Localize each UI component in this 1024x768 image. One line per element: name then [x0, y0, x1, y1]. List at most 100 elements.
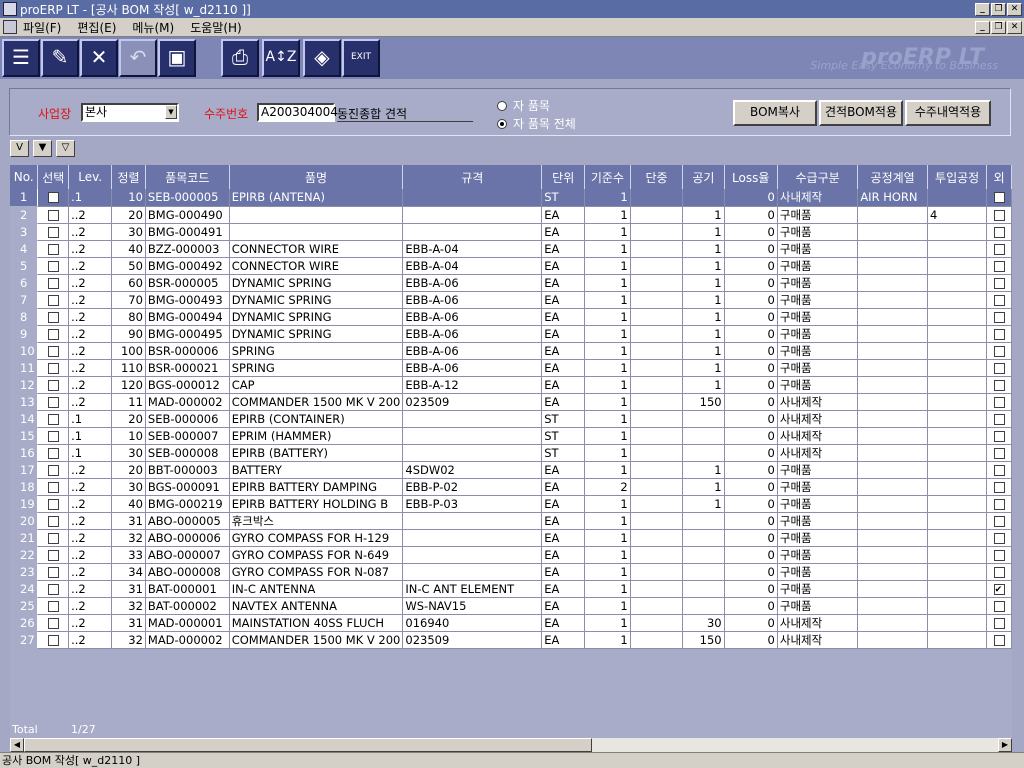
- select-checkbox[interactable]: [47, 583, 59, 595]
- external-checkbox[interactable]: [993, 260, 1005, 272]
- bom-copy-button[interactable]: BOM복사: [733, 100, 817, 126]
- cell-sel[interactable]: [37, 512, 70, 530]
- external-checkbox[interactable]: [993, 532, 1005, 544]
- cell-ext[interactable]: [986, 444, 1012, 462]
- select-checkbox[interactable]: [47, 294, 59, 306]
- order-detail-apply-button[interactable]: 수주내역적용: [905, 100, 991, 126]
- external-checkbox[interactable]: [993, 243, 1005, 255]
- cell-ext[interactable]: [986, 342, 1012, 360]
- cell-sel[interactable]: [37, 189, 70, 207]
- save-icon[interactable]: ▣: [158, 39, 196, 77]
- table-row[interactable]: 25 ..2 32 BAT-000002 NAVTEX ANTENNA WS-NAV15 E…: [10, 597, 1012, 615]
- cell-sel[interactable]: [37, 240, 70, 258]
- cell-sel[interactable]: [37, 206, 70, 224]
- cell-ext[interactable]: [986, 223, 1012, 241]
- expand-button[interactable]: V: [10, 140, 29, 157]
- select-checkbox[interactable]: [47, 396, 59, 408]
- external-checkbox[interactable]: [993, 311, 1005, 323]
- external-checkbox[interactable]: [993, 600, 1005, 612]
- cell-ext[interactable]: [986, 546, 1012, 564]
- table-row[interactable]: 9 ..2 90 BMG-000495 DYNAMIC SPRING EBB-A-06 EA…: [10, 325, 1012, 343]
- cell-ext[interactable]: [986, 563, 1012, 581]
- chevron-down-icon[interactable]: ▼: [165, 105, 177, 119]
- edit-pencil-icon[interactable]: ✎: [41, 39, 79, 77]
- cell-ext[interactable]: [986, 410, 1012, 428]
- menu-help[interactable]: 도움말(H): [190, 19, 242, 36]
- column-header-input[interactable]: 투입공정: [927, 165, 988, 189]
- cell-sel[interactable]: [37, 257, 70, 275]
- radio-child-items[interactable]: 자 품목: [497, 97, 550, 114]
- external-checkbox[interactable]: [993, 226, 1005, 238]
- cell-ext[interactable]: [986, 529, 1012, 547]
- select-checkbox[interactable]: [47, 277, 59, 289]
- cell-sel[interactable]: [37, 529, 70, 547]
- table-row[interactable]: 12 ..2 120 BGS-000012 CAP EBB-A-12 EA 1 1 0 구매품: [10, 376, 1012, 394]
- cell-ext[interactable]: [986, 240, 1012, 258]
- external-checkbox[interactable]: [993, 190, 1005, 205]
- external-checkbox[interactable]: [993, 209, 1005, 221]
- column-header-unit[interactable]: 단위: [541, 165, 586, 189]
- column-header-weight[interactable]: 단중: [630, 165, 684, 189]
- cell-sel[interactable]: [37, 274, 70, 292]
- cell-ext[interactable]: [986, 206, 1012, 224]
- table-row[interactable]: 16 .1 30 SEB-000008 EPIRB (BATTERY) ST 1 0 사내제작: [10, 444, 1012, 462]
- table-row[interactable]: 6 ..2 60 BSR-000005 DYNAMIC SPRING EBB-A-06 EA…: [10, 274, 1012, 292]
- table-row[interactable]: 15.1 10 SEB-000007 EPRIM (HAMMER) ST 1 0 사내제작: [10, 427, 1012, 445]
- exit-icon[interactable]: EXIT: [342, 39, 380, 77]
- table-row[interactable]: 3 ..2 30 BMG-000491 EA 1 1 0 구매품: [10, 223, 1012, 241]
- child-restore-button[interactable]: ❐: [991, 20, 1006, 34]
- select-checkbox[interactable]: [47, 209, 59, 221]
- select-checkbox[interactable]: [47, 498, 59, 510]
- table-row[interactable]: 7 ..2 70 BMG-000493 DYNAMIC SPRING EBB-A-06 EA…: [10, 291, 1012, 309]
- child-minimize-button[interactable]: _: [975, 20, 990, 34]
- close-button[interactable]: ✕: [1007, 2, 1022, 16]
- column-header-supply[interactable]: 수급구분: [777, 165, 859, 189]
- cell-ext[interactable]: [986, 614, 1012, 632]
- order-number-input[interactable]: A200304004: [257, 103, 338, 122]
- delete-icon[interactable]: ✕: [80, 39, 118, 77]
- cell-sel[interactable]: [37, 444, 70, 462]
- table-row[interactable]: 4 ..2 40 BZZ-000003 CONNECTOR WIRE EBB-A-04 EA…: [10, 240, 1012, 258]
- cell-sel[interactable]: [37, 359, 70, 377]
- table-row[interactable]: 2 ..2 20 BMG-000490 EA 1 1 0 구매품 4: [10, 206, 1012, 224]
- select-checkbox[interactable]: [47, 260, 59, 272]
- menu-file[interactable]: 파일(F): [23, 19, 61, 36]
- filter-icon[interactable]: ◈: [303, 39, 341, 77]
- retrieve-icon[interactable]: ☰: [2, 39, 40, 77]
- scroll-right-icon[interactable]: ▶: [998, 738, 1012, 752]
- horizontal-scrollbar[interactable]: ◀ ▶: [10, 738, 1012, 752]
- table-row[interactable]: 26 ..2 31 MAD-000001 MAINSTATION 40SS FLUCH 0…: [10, 614, 1012, 632]
- cell-ext[interactable]: [986, 631, 1012, 649]
- external-checkbox[interactable]: [993, 582, 1005, 596]
- column-header-spec[interactable]: 규격: [402, 165, 543, 189]
- column-header-code[interactable]: 품목코드: [145, 165, 230, 189]
- cell-sel[interactable]: [37, 495, 70, 513]
- column-header-loss[interactable]: Loss율: [724, 165, 778, 189]
- external-checkbox[interactable]: [993, 481, 1005, 493]
- external-checkbox[interactable]: [993, 634, 1005, 646]
- cell-ext[interactable]: [986, 291, 1012, 309]
- table-row[interactable]: 8 ..2 80 BMG-000494 DYNAMIC SPRING EBB-A-06 EA…: [10, 308, 1012, 326]
- column-header-base[interactable]: 기준수: [584, 165, 631, 189]
- select-checkbox[interactable]: [47, 362, 59, 374]
- cell-sel[interactable]: [37, 580, 70, 598]
- select-checkbox[interactable]: [47, 192, 59, 204]
- select-checkbox[interactable]: [47, 447, 59, 459]
- table-row[interactable]: 13 ..2 11 MAD-000002 COMMANDER 1500 MK V 200…: [10, 393, 1012, 411]
- external-checkbox[interactable]: [993, 277, 1005, 289]
- external-checkbox[interactable]: [993, 294, 1005, 306]
- cell-ext[interactable]: [986, 376, 1012, 394]
- cell-ext[interactable]: [986, 393, 1012, 411]
- external-checkbox[interactable]: [993, 396, 1005, 408]
- child-close-button[interactable]: ✕: [1007, 20, 1022, 34]
- external-checkbox[interactable]: [993, 549, 1005, 561]
- cell-ext[interactable]: [986, 597, 1012, 615]
- table-row[interactable]: 17 ..2 20 BBT-000003 BATTERY 4SDW02 EA 1 1 0 구매품: [10, 461, 1012, 479]
- external-checkbox[interactable]: [993, 566, 1005, 578]
- external-checkbox[interactable]: [993, 464, 1005, 476]
- select-checkbox[interactable]: [47, 226, 59, 238]
- table-row[interactable]: 18 ..2 30 BGS-000091 EPIRB BATTERY DAMPING EB…: [10, 478, 1012, 496]
- table-row[interactable]: 20 ..2 31 ABO-000005 휴크박스 EA 1 0 구매품: [10, 512, 1012, 530]
- external-checkbox[interactable]: [993, 362, 1005, 374]
- table-row[interactable]: 21 ..2 32 ABO-000006 GYRO COMPASS FOR H-129 E…: [10, 529, 1012, 547]
